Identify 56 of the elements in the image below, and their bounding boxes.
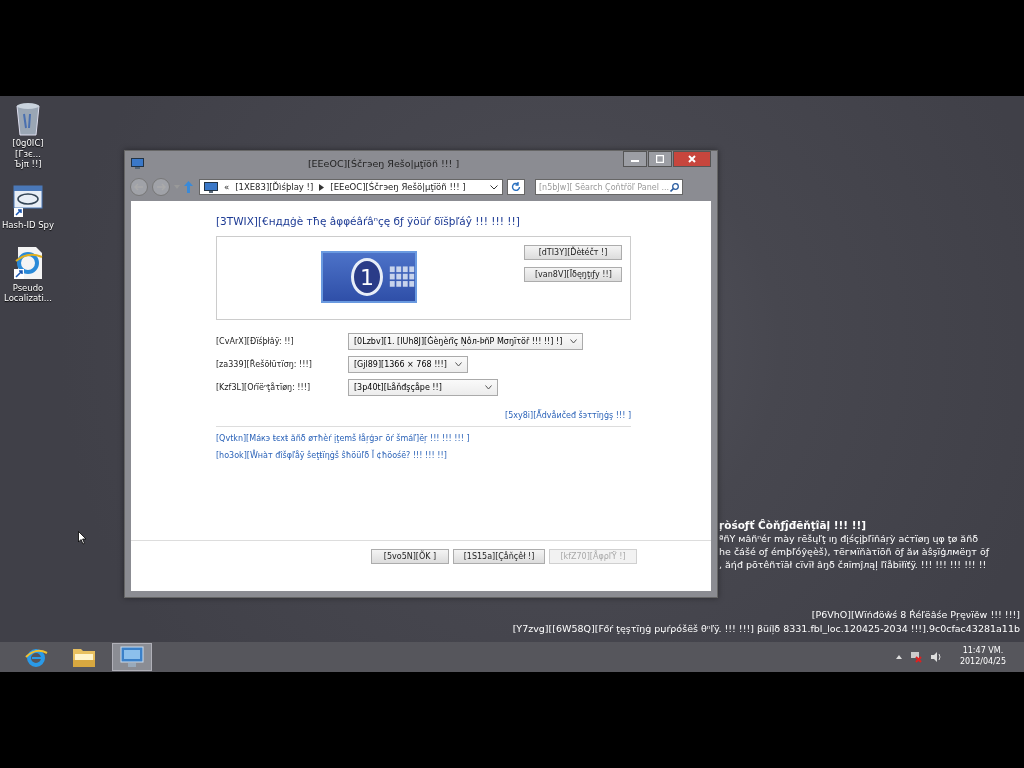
desktop-icon-label[interactable]: Hash-ID Spy <box>1 219 55 231</box>
show-hidden-icons-icon[interactable] <box>895 655 902 659</box>
clock-date[interactable]: 2012/04/25 <box>959 657 1006 668</box>
field-label: [Kzf3L][Оŕїëⁿţåτïøŋ: !!!] <box>216 383 312 392</box>
search-icon <box>670 182 679 192</box>
back-arrow-icon <box>134 183 144 191</box>
confidential-text: , ăήđ pōτêñτïāł cïvïł âŋδ čяĭmĵлąļ ľîåbĭłïťÿ. !!! !!! !!! !!! !! <box>719 559 988 570</box>
recycle-bin-icon[interactable] <box>14 102 42 136</box>
desktop-icon-label[interactable]: [0g0IC][Гзє... Ъјπ !!] <box>0 138 56 170</box>
mouse-cursor-icon <box>78 531 87 545</box>
monitor-icon <box>131 157 144 169</box>
speaker-icon[interactable] <box>929 651 942 663</box>
breadcrumb-arrow-icon <box>319 183 325 191</box>
minimize-button[interactable] <box>623 151 647 167</box>
network-icon[interactable] <box>909 651 922 663</box>
dropdown-field[interactable]: [3p40t][Ŀåňđşçåpe !!] <box>348 379 498 396</box>
close-icon <box>688 155 696 163</box>
refresh-icon <box>511 182 521 192</box>
clock-time[interactable]: 11:47 VM. <box>962 646 1004 657</box>
monitor-tile[interactable]: 1 <box>321 251 417 303</box>
help-link[interactable]: [Qvtkn][Мáкэ ŧєxŧ ăñδ øтħèŕ įţеmš łåŗģэг öŕ šmáľ]ёŗ !!! !!! !!! ] <box>216 434 631 443</box>
confidential-title: ŗòśoƒť Ĉòňƒĵđēňţîāļ !!! !!] <box>719 519 868 531</box>
field-label: [CvArX][Ðïśþłâÿ: !!] <box>216 337 295 346</box>
folder-icon <box>72 646 96 668</box>
address-bar[interactable]: « [1XE83][Ďìśþlay !] [EEeOC][Śčгэеŋ Яеšö|μţїöñ !!! ] <box>199 179 503 195</box>
build-info-text: [P6VhO][Wïńđöŵś 8 Ŕéľёâśе Pŗęνïěw !!! !!!] <box>811 609 1020 620</box>
window-title: [EEeOC][Śčгэеŋ Яеšо|μţїöñ !!! ] <box>306 157 461 169</box>
confidential-text: he čášé оƒ émþľóŷęèš), тёгмïňàτĭōñ ŏƒ ăи àŝşïģлмëŋт ŏƒ <box>719 546 990 557</box>
refresh-button[interactable] <box>507 179 525 195</box>
dialog-button[interactable]: [1S15a][Çåňçêł !] <box>453 549 545 564</box>
dropdown-field[interactable]: [Gjl89][1366 × 768 !!!] <box>348 356 468 373</box>
monitor-icon <box>204 181 218 193</box>
identify-button[interactable]: [van8V][Ïδęŋţıƒy !!] <box>524 267 622 282</box>
build-info-text: [Y7zvg][[6W58Q][Főŕ ţęşτïŋġ pџŕρóšëš θⁿľÿ. !!! !!!] βüíļδ 8331.fbl_loc.120425-2034 !!!].9c0cfac43281a11b <box>512 623 1020 634</box>
detect-button[interactable]: [dTI3Y][Ďèŧéčт !] <box>524 245 622 260</box>
close-button[interactable] <box>673 151 711 167</box>
field-label: [za339][Řеšöłüτïσŋ: !!!] <box>216 360 313 369</box>
maximize-button[interactable] <box>648 151 672 167</box>
caret-icon <box>570 339 578 344</box>
page-heading: [3TWIX][€нддġè тħę âφφéâŕâⁿçę бƒ ÿöüŕ δïšþľáŷ !!! !!! !!] <box>216 215 521 227</box>
dropdown-field[interactable]: [0Lzbv][1. [IUh8J][Ġèŋèŕîç Ṇôл-ÞñP Мσŋïτöř !!! !!] !] <box>348 333 584 350</box>
caret-icon <box>454 362 462 367</box>
caret-icon <box>485 385 492 390</box>
search-field[interactable]: [n5bJw][ Śёarch Çоňtřöľ Panel ... <box>535 179 683 195</box>
app-window-icon[interactable] <box>12 183 44 218</box>
monitor-icon <box>120 646 144 668</box>
caret-icon <box>490 184 498 190</box>
help-link[interactable]: [ho3ok][Ŵнàт đîšφľåÿ ŝеţŧїηġš ŝħöüľδ Ĭ ¢ħöоśё? !!! !!! !!] <box>216 451 631 460</box>
confidential-text: ªñY мâñⁿér mày rēšųľţ ıŋ đįśçįþľĭňáŗỳ aċтïøŋ ųφ ţø ăñδ <box>719 533 979 544</box>
advanced-settings-link[interactable]: [5xy8i][Ǻdvåиčеđ šэτтїŋġş !!! ] <box>505 411 631 420</box>
forward-arrow-icon <box>156 183 166 191</box>
dialog-button[interactable]: [5vo5N][ÕK ] <box>371 549 449 564</box>
desktop-icon-label[interactable]: Pseudo Localizati... <box>4 282 52 304</box>
monitor-number: 1 <box>360 264 374 290</box>
maximize-icon <box>656 155 664 163</box>
browser-shortcut-icon[interactable] <box>12 244 44 281</box>
